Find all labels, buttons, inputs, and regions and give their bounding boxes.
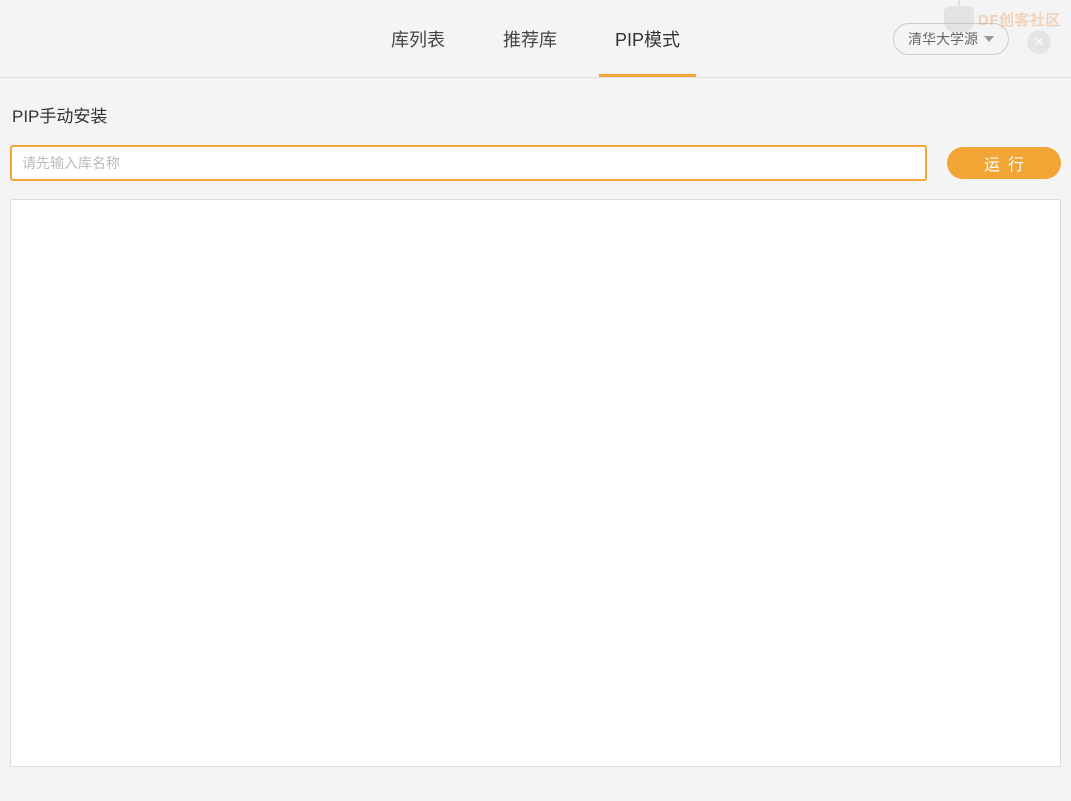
- main-content: PIP手动安装 运行: [0, 78, 1071, 777]
- library-name-input[interactable]: [10, 145, 927, 181]
- section-title: PIP手动安装: [10, 102, 1061, 127]
- input-row: 运行: [10, 145, 1061, 181]
- output-area[interactable]: [10, 199, 1061, 767]
- close-icon[interactable]: [1027, 30, 1051, 54]
- header-bar: 库列表 推荐库 PIP模式 清华大学源: [0, 0, 1071, 78]
- tab-recommended[interactable]: 推荐库: [499, 0, 561, 77]
- tab-label: 库列表: [391, 26, 445, 52]
- watermark-text: DF创客社区: [978, 9, 1061, 30]
- tab-library-list[interactable]: 库列表: [387, 0, 449, 77]
- robot-icon: [944, 6, 974, 32]
- watermark: DF创客社区: [944, 6, 1061, 32]
- tab-bar: 库列表 推荐库 PIP模式: [387, 0, 684, 77]
- run-button[interactable]: 运行: [947, 147, 1061, 179]
- tab-label: 推荐库: [503, 26, 557, 52]
- tab-label: PIP模式: [615, 26, 680, 52]
- chevron-down-icon: [984, 36, 994, 42]
- tab-pip-mode[interactable]: PIP模式: [611, 0, 684, 77]
